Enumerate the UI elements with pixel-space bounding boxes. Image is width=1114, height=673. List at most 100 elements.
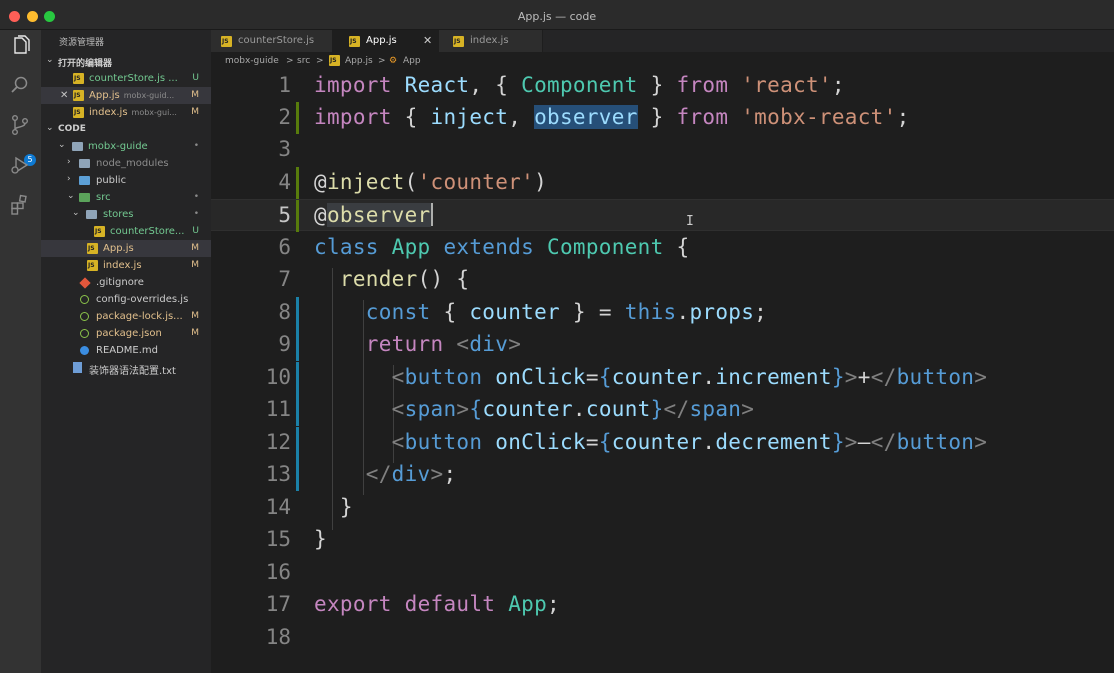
code-line: 7 render() { [211, 264, 1114, 296]
code-token: 'react' [741, 73, 832, 97]
code-line: 9 return <div> [211, 329, 1114, 361]
code-line: 13 </div>; [211, 459, 1114, 491]
tree-folder-public[interactable]: › public [41, 172, 211, 189]
code-token: } [831, 430, 845, 454]
tree-file-package-lock[interactable]: package-lock.js... M [41, 308, 211, 325]
code-line: 1 import React, { Component } from 'reac… [211, 70, 1114, 102]
tree-folder-node-modules[interactable]: › node_modules [41, 155, 211, 172]
code-text: @observer [314, 203, 433, 227]
code-token: button [896, 430, 975, 454]
close-tab-icon[interactable]: ✕ [423, 34, 432, 47]
workspace-header[interactable]: ⌄ CODE [41, 121, 211, 138]
code-token: , [508, 105, 535, 129]
run-debug-icon[interactable] [9, 154, 31, 176]
code-token: props [689, 300, 755, 324]
tree-file-gitignore[interactable]: .gitignore [41, 274, 211, 291]
open-editor-item-active[interactable]: ✕ App.jsmobx-guid... M [41, 87, 211, 104]
open-editors-header[interactable]: ⌄ 打开的编辑器 [41, 53, 211, 70]
javascript-file-icon [453, 36, 464, 47]
code-text: const { counter } = this.props; [314, 300, 767, 324]
chevron-down-icon: ⌄ [58, 140, 66, 150]
close-icon[interactable]: ✕ [60, 90, 68, 101]
tree-folder-stores[interactable]: ⌄ stores • [41, 206, 211, 223]
code-text: import React, { Component } from 'react'… [314, 73, 845, 97]
line-number: 15 [265, 527, 291, 551]
tree-file-txt[interactable]: 装饰器语法配置.txt [41, 359, 211, 377]
tree-file-index-js[interactable]: index.js M [41, 257, 211, 274]
tree-file-app-js[interactable]: App.js M [41, 240, 211, 257]
open-editor-item[interactable]: counterStore.js ... U [41, 70, 211, 87]
tab-app-js[interactable]: App.js ✕ [333, 30, 439, 52]
line-number: 6 [278, 235, 291, 259]
tree-file-counterstore[interactable]: counterStore... U [41, 223, 211, 240]
code-token: – [857, 430, 871, 454]
tree-folder-mobx-guide[interactable]: ⌄ mobx-guide • [41, 138, 211, 155]
code-token: ; [831, 73, 845, 97]
code-token: > [430, 462, 444, 486]
tree-folder-src[interactable]: ⌄ src • [41, 189, 211, 206]
breadcrumb-item[interactable]: App [403, 56, 421, 66]
line-number: 13 [265, 462, 291, 486]
code-line: 8 const { counter } = this.props; [211, 297, 1114, 329]
code-token: < [391, 430, 405, 454]
window-title: App.js — code [517, 10, 597, 23]
code-token: from [676, 73, 729, 97]
code-token: ) [534, 170, 548, 194]
code-token: 'counter' [417, 170, 535, 194]
json-file-icon [80, 312, 89, 321]
chevron-right-icon: › [67, 157, 71, 167]
code-token: ; [547, 592, 560, 616]
code-token: @ [314, 170, 327, 194]
line-number: 16 [265, 560, 291, 584]
code-token: . [702, 365, 716, 389]
code-line: 6 class App extends Component { [211, 232, 1114, 264]
tree-file-readme[interactable]: README.md [41, 342, 211, 359]
search-icon[interactable] [9, 74, 31, 96]
breadcrumb-item[interactable]: mobx-guide [225, 56, 279, 66]
code-token: inject [326, 170, 405, 194]
tab-index-js[interactable]: index.js [439, 30, 543, 52]
code-token: import [314, 105, 392, 129]
open-editor-item[interactable]: index.jsmobx-gui... M [41, 104, 211, 121]
breadcrumb-item[interactable]: src [297, 56, 310, 66]
code-token: . [572, 397, 586, 421]
code-token: { [443, 300, 457, 324]
code-token: render [339, 267, 418, 291]
code-token: return [365, 332, 444, 356]
tree-file-config-overrides[interactable]: config-overrides.js [41, 291, 211, 308]
code-text: } [314, 527, 327, 551]
code-text: class App extends Component { [314, 235, 689, 259]
code-line: 15 } [211, 524, 1114, 556]
code-text: @inject('counter') [314, 170, 547, 194]
tree-file-package-json[interactable]: package.json M [41, 325, 211, 342]
code-token: count [585, 397, 651, 421]
javascript-file-icon [94, 226, 105, 237]
title-bar: App.js — code [0, 0, 1114, 30]
code-token: > [844, 365, 858, 389]
code-text: export default App; [314, 592, 560, 616]
folder-icon [86, 210, 97, 219]
code-token: { [404, 105, 418, 129]
folder-icon [79, 159, 90, 168]
code-token: App [508, 592, 548, 616]
breadcrumb-item[interactable]: App.js [345, 56, 373, 66]
code-editor[interactable]: 1 import React, { Component } from 'reac… [211, 70, 1114, 673]
files-icon[interactable] [9, 35, 31, 57]
code-token: { [469, 397, 483, 421]
code-token: inject [430, 105, 509, 129]
line-number: 17 [265, 592, 291, 616]
activity-bar: 5 [0, 30, 41, 673]
code-text: <button onClick={counter.increment}>+</b… [314, 365, 987, 389]
tab-counterstore[interactable]: counterStore.js [211, 30, 333, 52]
source-control-icon[interactable] [9, 114, 31, 136]
extensions-icon[interactable] [9, 194, 31, 216]
code-token: App [391, 235, 431, 259]
